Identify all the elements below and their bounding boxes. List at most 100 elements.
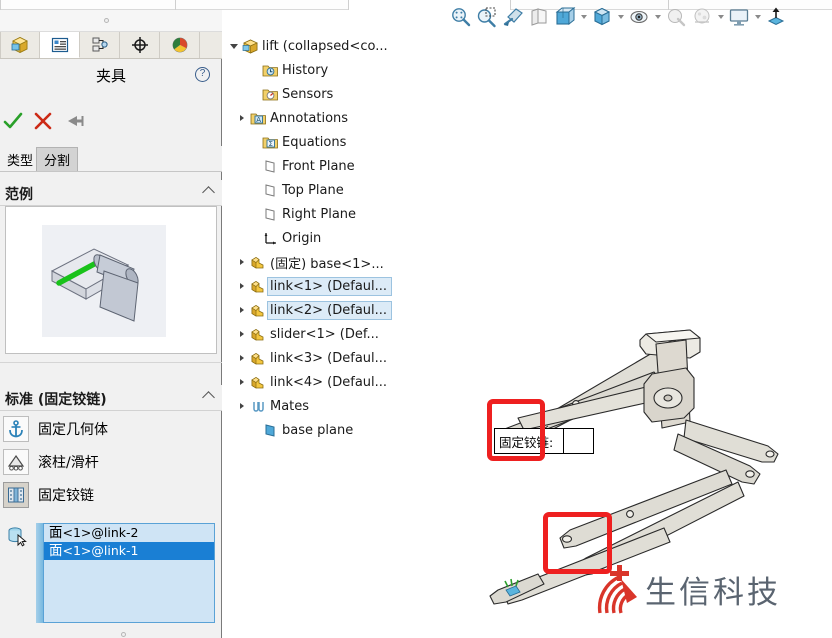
chevron-up-icon[interactable] <box>202 391 215 404</box>
part-icon <box>248 322 268 346</box>
tree-arrow-placeholder <box>248 418 260 442</box>
fixture-option-fixed-geometry[interactable]: 固定几何体 <box>3 414 219 444</box>
zoom-to-fit-icon[interactable] <box>448 3 474 31</box>
fixture-option-fixed-hinge[interactable]: 固定铰链 <box>3 480 219 510</box>
chevron-right-icon[interactable] <box>236 322 248 346</box>
fixture-option-label: 固定几何体 <box>38 422 108 438</box>
face-select-cursor-icon <box>3 523 30 549</box>
view-settings-icon[interactable] <box>726 3 752 31</box>
assembly-model-graphic <box>489 329 779 605</box>
tree-node-link-3[interactable]: link<3> (Defaul... <box>228 346 428 370</box>
panel-drag-bar[interactable] <box>0 10 222 32</box>
tab-type[interactable]: 类型 <box>0 147 40 171</box>
panel-bottom-grip[interactable] <box>121 632 126 637</box>
tree-node-link-2[interactable]: link<2> (Defaul... <box>228 298 428 322</box>
standard-section-header[interactable]: 标准 (固定铰链) <box>0 385 222 411</box>
selected-faces-list[interactable]: 面<1>@link-2 面<1>@link-1 <box>43 523 215 623</box>
hide-show-items-icon[interactable] <box>626 3 652 31</box>
chevron-right-icon[interactable] <box>236 394 248 418</box>
tree-node-label: Sensors <box>282 86 334 102</box>
display-style-icon[interactable] <box>589 3 615 31</box>
origin-icon <box>260 226 280 250</box>
tree-node-label: Origin <box>282 230 322 246</box>
display-manager-tab[interactable] <box>160 32 200 58</box>
tree-node-label: base plane <box>282 422 354 438</box>
tree-node-origin[interactable]: Origin <box>228 226 428 250</box>
cancel-button[interactable] <box>32 110 58 134</box>
view-settings-caret-icon[interactable] <box>752 3 763 31</box>
apply-scene-icon[interactable] <box>689 3 715 31</box>
page-title: 夹具 <box>95 67 126 85</box>
annotations-folder-icon: A <box>248 106 268 130</box>
simulation-study-tab[interactable] <box>120 32 160 58</box>
tree-node-history[interactable]: History <box>228 58 428 82</box>
tree-arrow-placeholder <box>248 154 260 178</box>
view-orientation-caret-icon[interactable] <box>578 3 589 31</box>
equations-folder-icon: Σ <box>260 130 280 154</box>
panel-grip-handle[interactable] <box>104 18 109 23</box>
publish-3d-icon[interactable] <box>763 3 789 31</box>
fixture-option-label: 滚柱/滑杆 <box>38 455 99 471</box>
selection-box-stripe <box>36 523 43 623</box>
tree-node-mates[interactable]: Mates <box>228 394 428 418</box>
list-item[interactable]: 面<1>@link-2 <box>44 524 214 542</box>
section-view-icon[interactable] <box>526 3 552 31</box>
chevron-right-icon[interactable] <box>236 370 248 394</box>
apply-scene-caret-icon[interactable] <box>715 3 726 31</box>
example-section-header[interactable]: 范例 <box>0 180 222 206</box>
example-section-title: 范例 <box>5 187 33 203</box>
entry-prefix: 面 <box>49 543 63 559</box>
fixture-option-label: 固定铰链 <box>38 488 94 504</box>
configuration-manager-tab[interactable] <box>80 32 120 58</box>
property-manager-tab[interactable] <box>40 32 80 58</box>
tree-node-front-plane[interactable]: Front Plane <box>228 154 428 178</box>
edit-appearance-icon[interactable] <box>663 3 689 31</box>
property-manager-action-row <box>0 110 222 138</box>
sensors-folder-icon <box>260 82 280 106</box>
tab-split[interactable]: 分割 <box>36 147 79 171</box>
chevron-right-icon[interactable] <box>236 274 248 298</box>
tree-node-right-plane[interactable]: Right Plane <box>228 202 428 226</box>
view-toolbar <box>448 2 789 32</box>
chevron-right-icon[interactable] <box>236 298 248 322</box>
chevron-up-icon[interactable] <box>202 186 215 199</box>
tree-node-link-4[interactable]: link<4> (Defaul... <box>228 370 428 394</box>
view-orientation-icon[interactable] <box>552 3 578 31</box>
tree-node-label: Right Plane <box>282 206 357 222</box>
chevron-right-icon[interactable] <box>236 106 248 130</box>
graphics-viewport[interactable] <box>428 34 832 638</box>
tree-node-label: Top Plane <box>282 182 344 198</box>
tree-node-base[interactable]: (固定) base<1>... <box>228 250 428 274</box>
list-item[interactable]: 面<1>@link-1 <box>44 542 214 560</box>
tree-node-link-1[interactable]: link<1> (Defaul... <box>228 274 428 298</box>
feature-manager-tab[interactable] <box>0 32 40 58</box>
example-preview-image <box>42 225 166 337</box>
zoom-to-area-icon[interactable] <box>474 3 500 31</box>
rotate-view-icon[interactable] <box>500 3 526 31</box>
display-style-caret-icon[interactable] <box>615 3 626 31</box>
watermark: 生信科技 <box>597 563 781 615</box>
fixture-callout-value[interactable] <box>563 429 593 453</box>
help-icon[interactable]: ? <box>195 67 210 82</box>
tree-node-base-plane[interactable]: base plane <box>228 418 428 442</box>
pin-button[interactable] <box>64 110 90 134</box>
fixture-option-roller-slider[interactable]: 滚柱/滑杆 <box>3 447 219 477</box>
chevron-down-icon[interactable] <box>228 34 240 58</box>
face-selection-area: 面<1>@link-2 面<1>@link-1 <box>3 523 219 628</box>
tree-node-label: lift (collapsed<co... <box>262 38 388 54</box>
hide-show-caret-icon[interactable] <box>652 3 663 31</box>
tree-node-label: Front Plane <box>282 158 355 174</box>
tree-arrow-placeholder <box>248 130 260 154</box>
tree-node-slider-1[interactable]: slider<1> (Def... <box>228 322 428 346</box>
chevron-right-icon[interactable] <box>236 346 248 370</box>
tree-node-equations[interactable]: Σ Equations <box>228 130 428 154</box>
chevron-right-icon[interactable] <box>236 250 248 274</box>
entry-prefix: 面 <box>49 525 63 541</box>
part-icon <box>248 274 268 298</box>
tree-node-lift[interactable]: lift (collapsed<co... <box>228 34 428 58</box>
tree-node-label: link<1> (Defaul... <box>267 276 393 296</box>
ok-button[interactable] <box>2 110 28 134</box>
tree-node-annotations[interactable]: A Annotations <box>228 106 428 130</box>
tree-node-sensors[interactable]: Sensors <box>228 82 428 106</box>
tree-node-top-plane[interactable]: Top Plane <box>228 178 428 202</box>
